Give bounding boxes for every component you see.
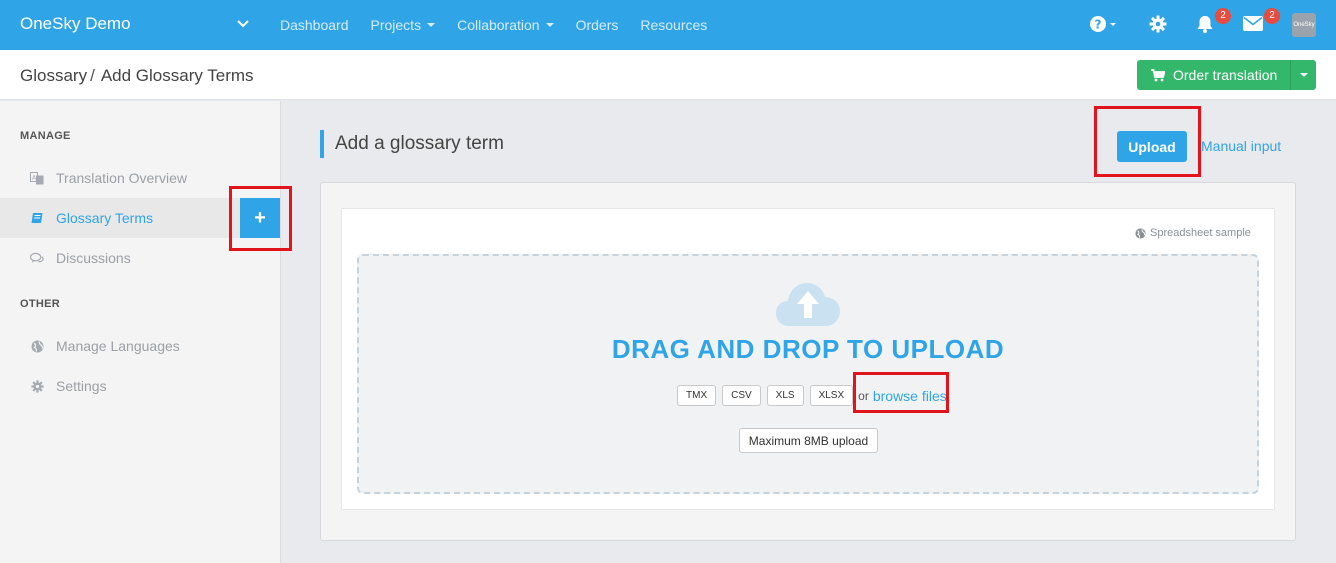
page-header: Glossary / Add Glossary Terms Order transl… bbox=[0, 50, 1336, 100]
gear-icon bbox=[30, 379, 44, 393]
drag-drop-heading: DRAG AND DROP TO UPLOAD bbox=[611, 334, 1005, 364]
nav-resources[interactable]: Resources bbox=[640, 17, 707, 33]
sidebar-item-label: Discussions bbox=[56, 250, 131, 266]
translation-icon: A bbox=[30, 171, 44, 185]
format-badge-xlsx: XLSX bbox=[809, 385, 854, 406]
sidebar-item-label: Settings bbox=[56, 378, 107, 394]
breadcrumb: Glossary / Add Glossary Terms bbox=[20, 66, 254, 86]
nav-projects[interactable]: Projects bbox=[371, 17, 436, 33]
notifications-badge: 2 bbox=[1215, 8, 1231, 24]
breadcrumb-separator: / bbox=[90, 66, 95, 85]
spreadsheet-sample-link[interactable]: Spreadsheet sample bbox=[1135, 227, 1251, 239]
caret-down-icon bbox=[1299, 73, 1308, 77]
sidebar-item-discussions[interactable]: Discussions bbox=[0, 238, 280, 278]
nav-projects-label: Projects bbox=[370, 17, 422, 33]
cart-icon bbox=[1151, 68, 1165, 81]
format-badge-xls: XLS bbox=[766, 385, 804, 406]
format-badge-csv: CSV bbox=[722, 385, 761, 406]
nav-orders-label: Orders bbox=[575, 17, 619, 33]
spreadsheet-sample-label: Spreadsheet sample bbox=[1150, 227, 1251, 239]
help-menu[interactable]: ? bbox=[1090, 15, 1118, 38]
nav-links: Dashboard Projects Collaboration Orders … bbox=[280, 0, 729, 50]
upload-button[interactable]: Upload bbox=[1117, 131, 1187, 162]
cloud-upload-icon bbox=[776, 283, 840, 326]
envelope-icon bbox=[1243, 16, 1263, 31]
sidebar-item-label: Manage Languages bbox=[56, 338, 180, 354]
nav-collaboration-label: Collaboration bbox=[457, 17, 540, 33]
bell-icon bbox=[1197, 16, 1213, 33]
gear-icon bbox=[1149, 15, 1167, 33]
book-icon bbox=[30, 211, 44, 225]
sidebar-item-label: Glossary Terms bbox=[56, 210, 153, 226]
nav-dashboard-label: Dashboard bbox=[280, 17, 349, 33]
order-translation-label: Order translation bbox=[1173, 67, 1278, 83]
globe-icon bbox=[1135, 227, 1146, 239]
messages-badge: 2 bbox=[1264, 8, 1280, 24]
add-glossary-term-button[interactable]: + bbox=[240, 198, 280, 238]
brand-name[interactable]: OneSky Demo bbox=[20, 14, 131, 34]
nav-collaboration[interactable]: Collaboration bbox=[457, 17, 554, 33]
sidebar-item-label: Translation Overview bbox=[56, 170, 187, 186]
sidebar-section-other: OTHER bbox=[20, 298, 60, 310]
chevron-down-icon[interactable] bbox=[236, 17, 250, 31]
sidebar-item-glossary-terms[interactable]: Glossary Terms bbox=[0, 198, 280, 238]
comments-icon bbox=[30, 251, 44, 265]
or-text: or bbox=[858, 388, 869, 403]
messages-button[interactable] bbox=[1243, 16, 1263, 36]
max-upload-note: Maximum 8MB upload bbox=[739, 428, 878, 453]
caret-down-icon bbox=[427, 23, 436, 27]
breadcrumb-glossary[interactable]: Glossary bbox=[20, 66, 87, 85]
caret-down-icon bbox=[545, 23, 554, 27]
svg-text:?: ? bbox=[1095, 18, 1102, 32]
nav-resources-label: Resources bbox=[640, 17, 708, 33]
globe-icon bbox=[30, 339, 44, 353]
page-title: Add a glossary term bbox=[320, 130, 504, 158]
sidebar-item-translation-overview[interactable]: A Translation Overview bbox=[0, 158, 280, 198]
sidebar-item-settings[interactable]: Settings bbox=[0, 366, 280, 406]
help-icon: ? bbox=[1090, 16, 1116, 32]
nav-orders[interactable]: Orders bbox=[576, 17, 619, 33]
top-navbar: OneSky Demo Dashboard Projects Collabora… bbox=[0, 0, 1336, 50]
format-list: TMX CSV XLS XLSX or browse files. bbox=[677, 385, 951, 406]
settings-menu[interactable] bbox=[1149, 15, 1167, 38]
format-badge-tmx: TMX bbox=[677, 385, 717, 406]
browse-files-link[interactable]: browse files. bbox=[873, 388, 951, 404]
notifications-button[interactable] bbox=[1196, 15, 1214, 39]
manual-input-link[interactable]: Manual input bbox=[1201, 138, 1281, 154]
order-translation-dropdown[interactable] bbox=[1290, 60, 1316, 90]
order-translation-button-group: Order translation bbox=[1137, 60, 1316, 90]
sidebar-section-manage: MANAGE bbox=[20, 130, 71, 142]
breadcrumb-current: Add Glossary Terms bbox=[100, 66, 254, 85]
nav-dashboard[interactable]: Dashboard bbox=[280, 17, 349, 33]
avatar[interactable]: OneSky bbox=[1292, 13, 1316, 37]
order-translation-button[interactable]: Order translation bbox=[1137, 60, 1290, 90]
sidebar-item-manage-languages[interactable]: Manage Languages bbox=[0, 326, 280, 366]
